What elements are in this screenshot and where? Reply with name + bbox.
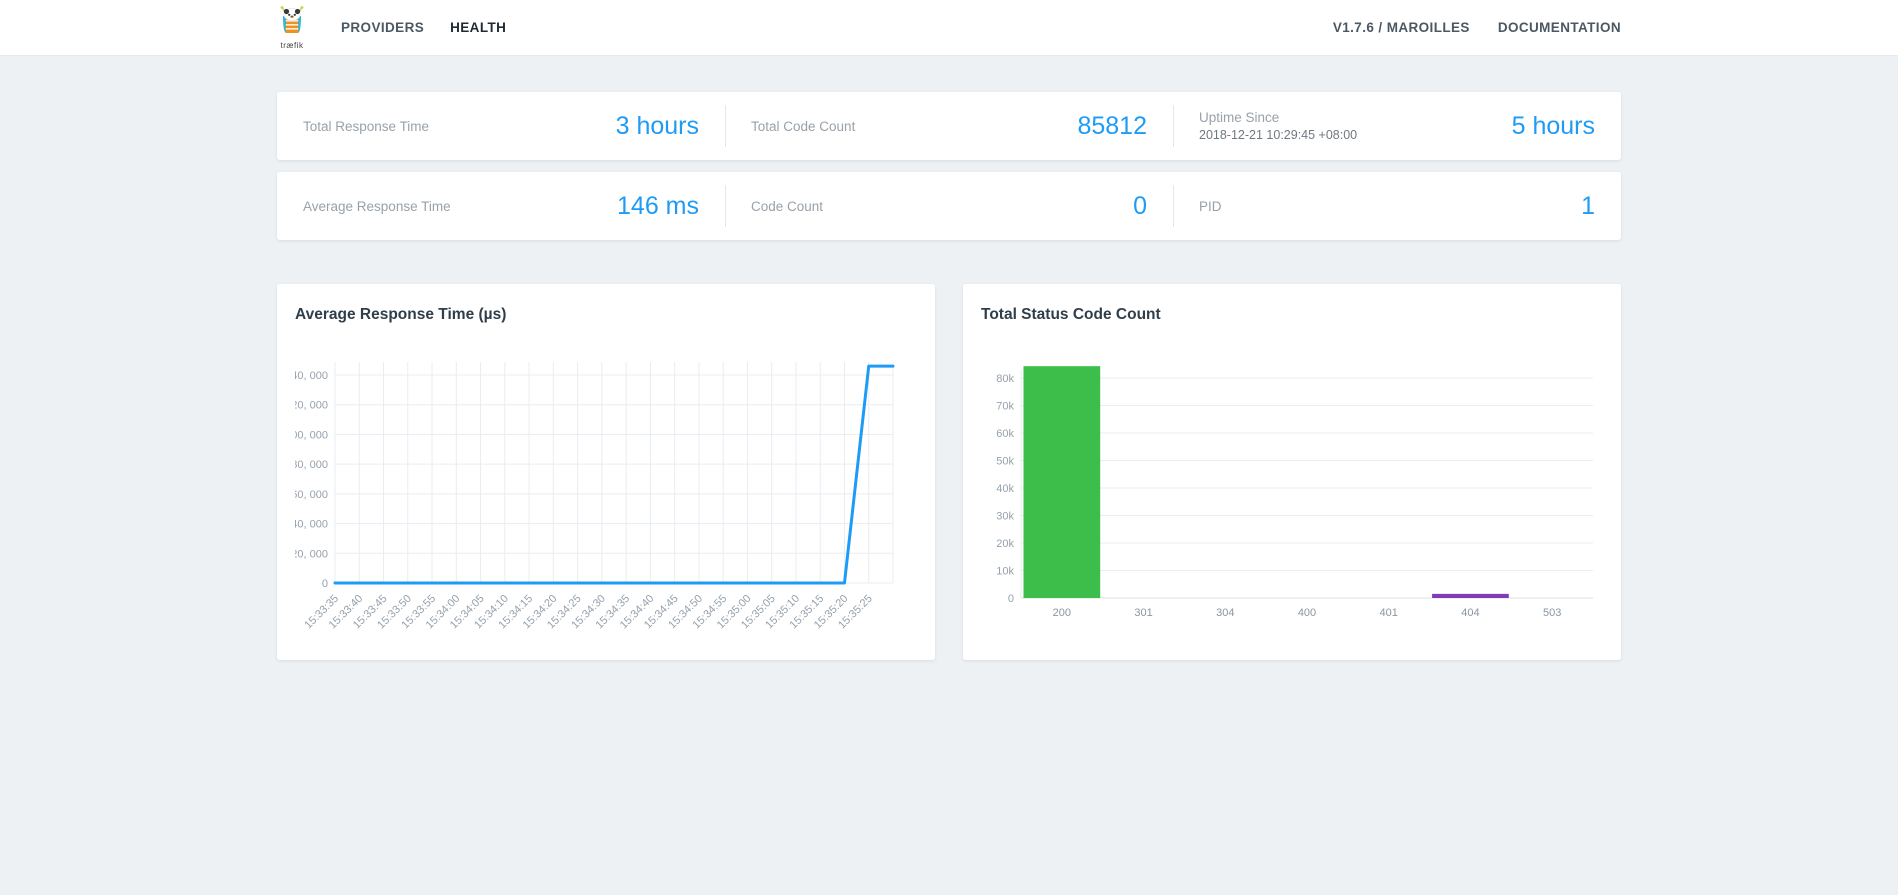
svg-text:40, 000: 40, 000 <box>295 519 328 531</box>
documentation-link[interactable]: DOCUMENTATION <box>1498 20 1621 35</box>
traefik-logo[interactable]: træfik <box>277 5 307 50</box>
svg-text:120, 000: 120, 000 <box>295 400 328 412</box>
svg-text:0: 0 <box>1008 593 1014 605</box>
svg-text:80, 000: 80, 000 <box>295 459 328 471</box>
svg-text:400: 400 <box>1298 607 1316 619</box>
svg-text:60k: 60k <box>996 428 1014 440</box>
svg-text:140, 000: 140, 000 <box>295 370 328 382</box>
svg-text:10k: 10k <box>996 566 1014 578</box>
stat-label: Average Response Time <box>303 198 451 214</box>
status-code-bar-chart: 0 10k 20k 30k 40k 50k 60k 70k 80k 200 301 304 400 401… <box>996 366 1593 619</box>
stat-average-response-time: Average Response Time 146 ms <box>277 172 725 240</box>
stat-label: Total Response Time <box>303 118 430 134</box>
stat-total-response-time: Total Response Time 3 hours <box>277 92 725 160</box>
uptime-datetime: 2018-12-21 10:29:45 +08:00 <box>1199 128 1358 142</box>
svg-text:200: 200 <box>1053 607 1071 619</box>
stat-value: 0 <box>1133 191 1147 220</box>
svg-text:404: 404 <box>1461 607 1479 619</box>
stat-label: Uptime Since 2018-12-21 10:29:45 +08:00 <box>1199 110 1358 142</box>
stat-value: 85812 <box>1077 111 1147 140</box>
avg-response-time-chart-card: Average Response Time (µs) 0 20, 000 40, 0… <box>277 284 935 660</box>
stat-value: 146 ms <box>617 191 699 220</box>
svg-text:304: 304 <box>1216 607 1234 619</box>
svg-text:50k: 50k <box>996 456 1014 468</box>
svg-text:401: 401 <box>1380 607 1398 619</box>
stat-label: Total Code Count <box>751 118 856 134</box>
stat-label: Code Count <box>751 198 824 214</box>
svg-text:60, 000: 60, 000 <box>295 489 328 501</box>
svg-text:40k: 40k <box>996 483 1014 495</box>
stat-value: 5 hours <box>1511 111 1595 140</box>
svg-text:20k: 20k <box>996 538 1014 550</box>
svg-text:301: 301 <box>1134 607 1152 619</box>
main-content: Total Response Time 3 hours Total Code C… <box>277 56 1621 660</box>
charts-row: Average Response Time (µs) 0 20, 000 40, 0… <box>277 284 1621 660</box>
svg-text:80k: 80k <box>996 373 1014 385</box>
chart-title: Average Response Time (µs) <box>295 306 507 323</box>
stat-value: 3 hours <box>615 111 699 140</box>
svg-text:20, 000: 20, 000 <box>295 548 328 560</box>
stat-code-count: Code Count 0 <box>725 172 1173 240</box>
svg-text:100, 000: 100, 000 <box>295 429 328 441</box>
svg-text:0: 0 <box>322 578 328 590</box>
status-code-chart-card: Total Status Code Count 0 10k 20k 30k 40k 50k… <box>963 284 1621 660</box>
stat-pid: PID 1 <box>1173 172 1621 240</box>
chart-title: Total Status Code Count <box>981 306 1161 323</box>
nav-item-providers[interactable]: PROVIDERS <box>341 20 424 35</box>
top-navbar: træfik PROVIDERS HEALTH V1.7.6 / MAROILL… <box>0 0 1898 56</box>
stat-uptime-since: Uptime Since 2018-12-21 10:29:45 +08:00 … <box>1173 92 1621 160</box>
navbar-inner: træfik PROVIDERS HEALTH V1.7.6 / MAROILL… <box>277 0 1621 55</box>
nav-item-health[interactable]: HEALTH <box>450 20 506 35</box>
logo-wordmark: træfik <box>280 40 304 50</box>
stat-value: 1 <box>1581 191 1595 220</box>
stats-card-row2: Average Response Time 146 ms Code Count … <box>277 172 1621 240</box>
svg-text:503: 503 <box>1543 607 1561 619</box>
svg-text:70k: 70k <box>996 401 1014 413</box>
traefik-mascot-icon <box>280 5 304 33</box>
stat-label: PID <box>1199 198 1222 214</box>
avg-response-time-line-chart: 0 20, 000 40, 000 60, 000 80, 000 100, 000 120… <box>295 362 895 631</box>
stat-total-code-count: Total Code Count 85812 <box>725 92 1173 160</box>
stats-card-row1: Total Response Time 3 hours Total Code C… <box>277 92 1621 160</box>
svg-text:30k: 30k <box>996 511 1014 523</box>
version-link[interactable]: V1.7.6 / MAROILLES <box>1333 20 1470 35</box>
